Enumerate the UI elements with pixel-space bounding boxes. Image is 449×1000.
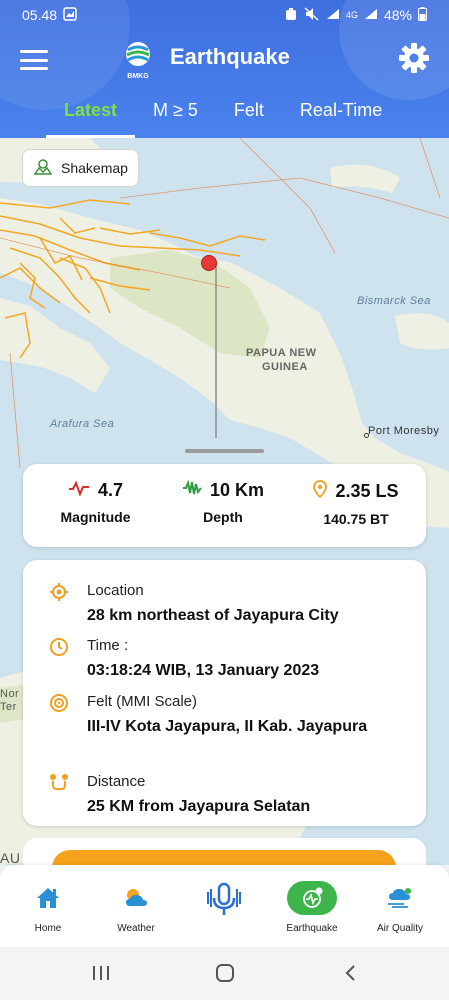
latitude-value: 2.35 LS xyxy=(335,481,399,501)
quake-summary-card: 4.7 Magnitude 10 Km Depth 2.35 LS 140.75… xyxy=(23,464,426,547)
map-label-guinea: GUINEA xyxy=(262,361,308,373)
magnitude-value: 4.7 xyxy=(97,480,124,500)
longitude-value: 140.75 BT xyxy=(323,511,389,527)
nav-weather[interactable]: Weather xyxy=(91,881,181,934)
mute-icon xyxy=(304,6,320,24)
system-navigation-bar xyxy=(0,947,449,1000)
map-label-ter: Ter xyxy=(0,701,17,713)
distance-value: 25 KM from Jayapura Selatan xyxy=(87,798,311,815)
weather-icon xyxy=(91,881,181,915)
location-pin-icon xyxy=(313,480,328,503)
nav-air-quality[interactable]: Air Quality xyxy=(355,881,445,934)
air-quality-icon xyxy=(355,881,445,915)
map-label-nor: Nor xyxy=(0,688,20,700)
map-label-arafura-sea: Arafura Sea xyxy=(50,418,115,430)
shakemap-icon xyxy=(33,158,53,179)
shakemap-button[interactable]: Shakemap xyxy=(22,149,139,187)
sheet-drag-handle[interactable] xyxy=(185,449,264,453)
nav-earthquake-label: Earthquake xyxy=(286,923,338,934)
map-label-papua: PAPUA NEW xyxy=(246,347,317,359)
nav-earthquake[interactable]: Earthquake xyxy=(267,881,357,934)
microphone-icon xyxy=(179,882,269,917)
gear-icon[interactable] xyxy=(398,42,430,74)
time-value: 03:18:24 WIB, 13 January 2023 xyxy=(87,662,320,679)
battery-percent: 48% xyxy=(383,7,412,23)
tab-m5[interactable]: M ≥ 5 xyxy=(135,96,216,138)
earthquake-icon xyxy=(287,881,337,915)
logo-text: BMKG xyxy=(127,73,149,80)
epicenter-marker[interactable] xyxy=(201,255,217,271)
felt-label: Felt (MMI Scale) xyxy=(87,693,198,710)
bottom-navigation: Home Weather Earthquake Air Quality xyxy=(0,865,449,947)
magnitude-label: Magnitude xyxy=(60,509,131,525)
depth-label: Depth xyxy=(203,509,243,525)
back-icon[interactable] xyxy=(336,961,366,985)
signal-icon xyxy=(364,8,378,23)
felt-value: III-IV Kota Jayapura, II Kab. Jayapura xyxy=(87,718,368,735)
wifi-signal-icon xyxy=(326,8,340,23)
time-label: Time : xyxy=(87,637,129,654)
network-type: 4G xyxy=(345,10,358,20)
gallery-notification-icon xyxy=(63,6,77,24)
depth-icon xyxy=(182,479,202,501)
nav-home[interactable]: Home xyxy=(3,881,93,934)
shakemap-label: Shakemap xyxy=(61,160,128,176)
battery-icon xyxy=(418,6,427,24)
app-bar: BMKG Earthquake xyxy=(0,36,449,82)
map-label-port-moresby: Port Moresby xyxy=(368,425,440,437)
depth-value: 10 Km xyxy=(209,480,265,500)
status-time: 05.48 xyxy=(22,7,58,23)
map-label-au: AU xyxy=(0,850,21,865)
nav-voice[interactable] xyxy=(179,882,269,917)
hamburger-menu-icon[interactable] xyxy=(20,50,48,70)
location-label: Location xyxy=(87,582,144,599)
location-value: 28 km northeast of Jayapura City xyxy=(87,607,339,624)
route-icon xyxy=(49,773,69,793)
nav-air-quality-label: Air Quality xyxy=(376,923,424,934)
intensity-icon xyxy=(49,693,69,713)
quake-detail-card: Location 28 km northeast of Jayapura Cit… xyxy=(23,560,426,826)
tab-felt[interactable]: Felt xyxy=(216,96,282,138)
home-button-icon[interactable] xyxy=(210,961,240,985)
tab-bar: Latest M ≥ 5 Felt Real-Time xyxy=(46,96,400,138)
magnitude-icon xyxy=(68,480,90,501)
recent-apps-icon[interactable] xyxy=(86,961,116,985)
alarm-icon xyxy=(284,7,298,24)
status-bar: 05.48 4G 48% xyxy=(0,0,449,30)
tab-latest[interactable]: Latest xyxy=(46,96,136,138)
home-icon xyxy=(3,881,93,915)
distance-label: Distance xyxy=(87,773,146,790)
app-title: Earthquake xyxy=(170,44,290,69)
map-label-bismarck-sea: Bismarck Sea xyxy=(357,295,431,307)
clock-icon xyxy=(49,637,69,657)
tab-realtime[interactable]: Real-Time xyxy=(282,96,400,138)
target-icon xyxy=(49,582,69,602)
nav-weather-label: Weather xyxy=(117,923,155,934)
nav-home-label: Home xyxy=(34,923,62,934)
bmkg-logo: BMKG xyxy=(122,40,154,80)
